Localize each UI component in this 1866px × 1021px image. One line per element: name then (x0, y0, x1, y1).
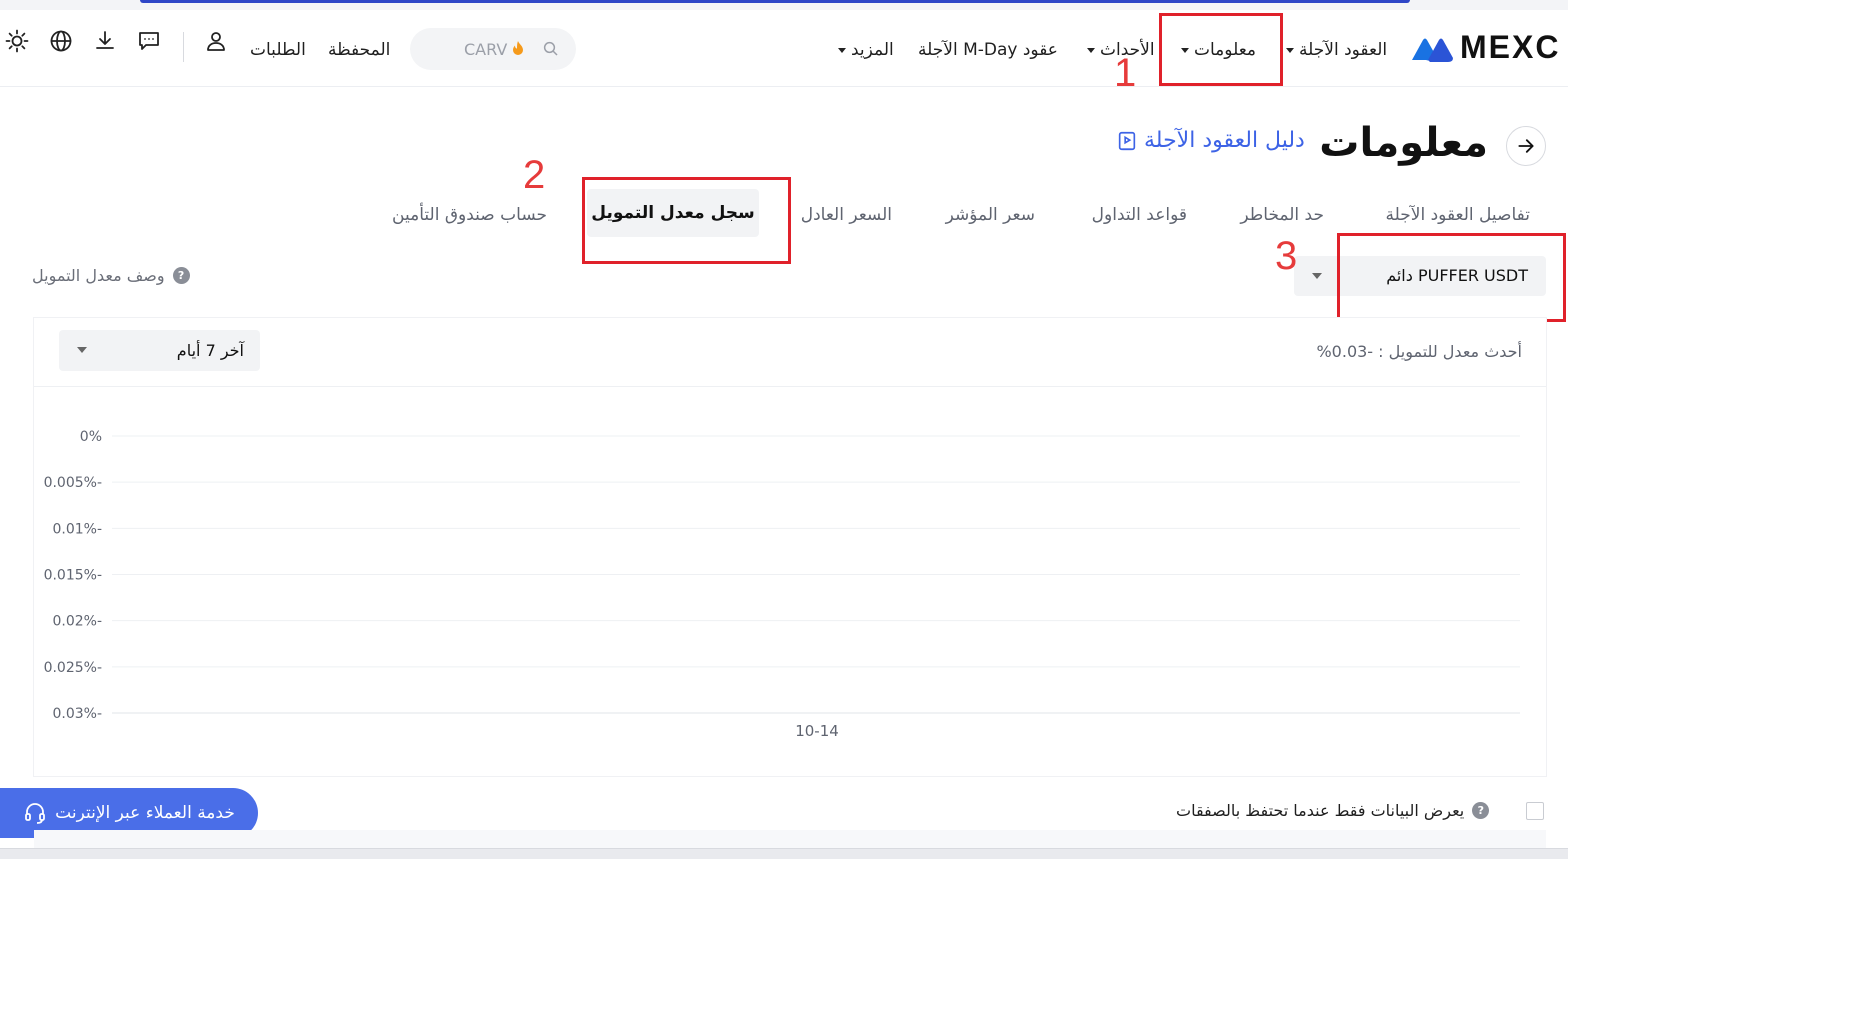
sun-icon[interactable] (4, 28, 30, 54)
annotation-box-2 (582, 177, 791, 264)
y-tick-label: 0.03%- (52, 706, 102, 722)
search-text: CARV (464, 40, 508, 59)
positions-only-checkbox[interactable] (1526, 802, 1544, 820)
y-tick-label: 0.02%- (52, 614, 102, 630)
nav-more-label: المزيد (851, 40, 894, 60)
y-tick-label: 0.01%- (52, 521, 102, 537)
orders-link[interactable]: الطلبات (250, 40, 306, 60)
brand-name: MEXC (1460, 29, 1561, 65)
futures-guide-label: دليل العقود الآجلة (1144, 128, 1305, 153)
browser-top-strip (0, 0, 1568, 10)
download-icon[interactable] (92, 28, 118, 54)
flame-icon (513, 41, 523, 55)
horizontal-scrollbar[interactable] (0, 848, 1568, 859)
y-tick-label: 0% (80, 429, 102, 445)
latest-funding-rate: أحدث معدل للتمويل : -0.03% (1316, 342, 1522, 361)
nav-futures[interactable]: العقود الآجلة (1281, 40, 1387, 60)
positions-only-label: يعرض البيانات فقط عندما تحتفظ بالصفقات (1176, 801, 1465, 820)
y-tick-label: 0.005%- (44, 475, 102, 491)
tab-insurance-fund[interactable]: حساب صندوق التأمين (392, 205, 547, 225)
tab-fair-price[interactable]: السعر العادل (801, 205, 892, 225)
nav-mday-futures[interactable]: عقود M-Day الآجلة (918, 40, 1058, 60)
tab-index-price[interactable]: سعر المؤشر (946, 205, 1035, 225)
nav-more[interactable]: المزيد (833, 40, 894, 60)
back-button[interactable] (1506, 126, 1546, 166)
tab-trading-rules[interactable]: قواعد التداول (1092, 205, 1187, 225)
time-range-value: آخر 7 أيام (176, 341, 244, 360)
guide-video-icon (1118, 131, 1136, 150)
x-tick-label: 10-14 (795, 722, 839, 740)
headset-icon (25, 803, 46, 824)
question-icon: ? (172, 267, 190, 284)
annotation-box-3 (1337, 233, 1566, 322)
message-icon[interactable] (136, 28, 162, 54)
search-input[interactable]: CARV (410, 28, 576, 70)
chevron-down-icon (1312, 273, 1322, 279)
positions-only-label-row: ? يعرض البيانات فقط عندما تحتفظ بالصفقات (1176, 801, 1490, 820)
annotation-number-1: 1 (1114, 51, 1137, 95)
time-range-select[interactable]: آخر 7 أيام (59, 330, 260, 371)
globe-icon[interactable] (48, 28, 74, 54)
annotation-number-2: 2 (523, 153, 546, 197)
funding-rate-description-label: وصف معدل التمويل (32, 266, 165, 285)
y-tick-label: 0.025%- (44, 660, 102, 676)
user-icon[interactable] (203, 28, 229, 54)
page-title: معلومات (1319, 120, 1488, 166)
search-icon (543, 41, 558, 56)
tab-futures-details[interactable]: تفاصيل العقود الآجلة (1386, 205, 1530, 225)
chevron-down-icon (1286, 47, 1294, 53)
annotation-box-1 (1159, 13, 1283, 86)
arrow-right-icon (1518, 139, 1534, 153)
chevron-down-icon (838, 47, 846, 53)
mexc-mark-icon (1412, 38, 1453, 62)
nav-futures-label: العقود الآجلة (1299, 40, 1388, 60)
chevron-down-icon (77, 347, 87, 353)
wallet-link[interactable]: المحفظة (328, 40, 390, 60)
tab-risk-limit[interactable]: حد المخاطر (1240, 205, 1324, 225)
funding-rate-description-link[interactable]: ? وصف معدل التمويل (32, 266, 190, 285)
futures-guide-link[interactable]: دليل العقود الآجلة (1116, 128, 1305, 153)
mexc-logo[interactable]: MEXC (1412, 29, 1572, 66)
header-divider (183, 32, 184, 62)
chevron-down-icon (1087, 47, 1095, 53)
funding-rate-chart: 0% 0.005%- 0.01%- 0.015%- 0.02%- 0.025%- 0.03%… (44, 429, 1520, 740)
customer-service-label: خدمة العملاء عبر الإنترنت (55, 803, 235, 823)
question-icon: ? (1472, 802, 1490, 819)
annotation-number-3: 3 (1275, 234, 1298, 278)
y-tick-label: 0.015%- (44, 568, 102, 584)
